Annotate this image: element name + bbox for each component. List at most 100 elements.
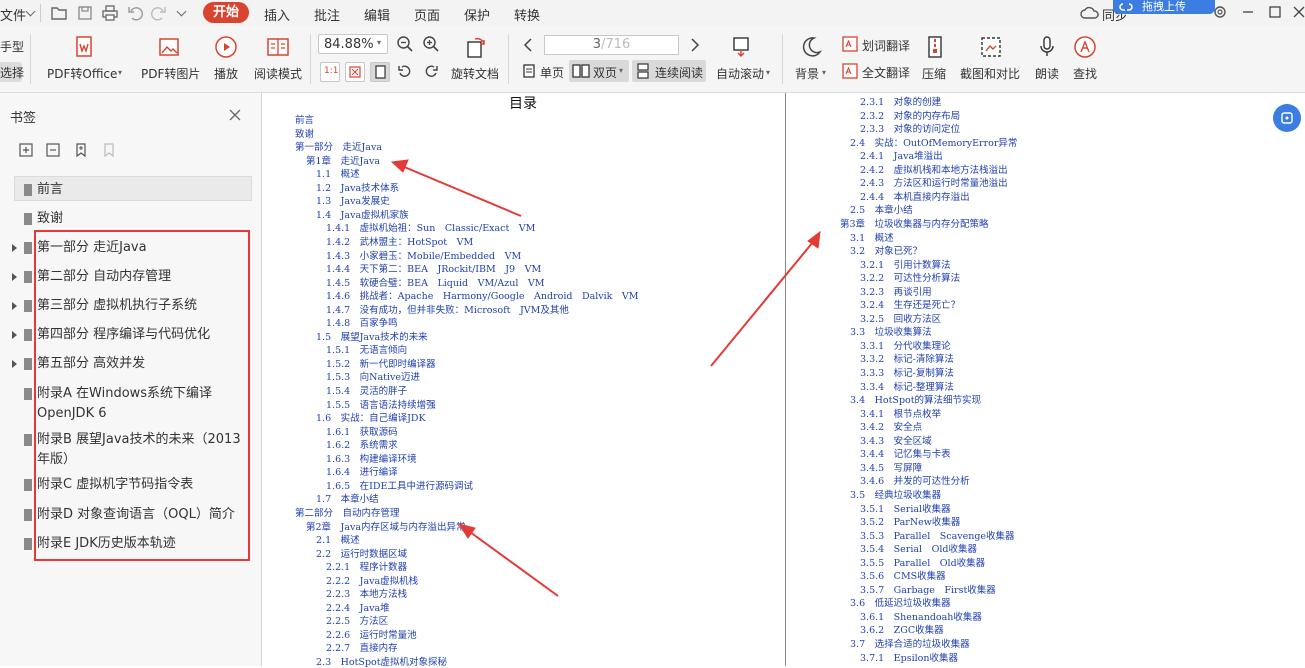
toc-entry[interactable]: 3.4.2 安全点: [860, 419, 922, 433]
toc-entry[interactable]: 1.4.5 软硬合璧：BEA Liquid VM/Azul VM: [326, 275, 545, 289]
full-translate-icon[interactable]: [842, 63, 858, 79]
toc-entry[interactable]: 1.6.1 获取源码: [326, 424, 398, 438]
minimize-icon[interactable]: [1240, 4, 1256, 20]
actual-size-button[interactable]: 1:1: [320, 62, 340, 82]
toc-entry[interactable]: 1.5 展望Java技术的未来: [316, 329, 428, 343]
hand-tool-label[interactable]: 手型: [0, 38, 24, 55]
menu-file[interactable]: 文件: [0, 5, 26, 24]
rotate-right-icon[interactable]: [422, 63, 440, 81]
expand-arrow-icon[interactable]: [12, 273, 17, 281]
dropdown-icon[interactable]: ▾: [822, 68, 826, 77]
toc-entry[interactable]: 1.1 概述: [316, 166, 360, 180]
tab-insert[interactable]: 插入: [264, 5, 290, 24]
zoom-dropdown-icon[interactable]: ▾: [377, 38, 381, 47]
next-page-icon[interactable]: [689, 37, 701, 53]
toc-entry[interactable]: 致谢: [295, 126, 314, 140]
toc-entry[interactable]: 3.5.3 Parallel Scavenge收集器: [860, 528, 1015, 542]
auto-scroll-icon[interactable]: [729, 35, 753, 59]
toc-entry[interactable]: 2.3.1 对象的创建: [860, 94, 941, 108]
toc-entry[interactable]: 1.6.3 构建编译环境: [326, 451, 417, 465]
pdf-to-office-button[interactable]: PDF转Office: [47, 65, 117, 82]
toc-entry[interactable]: 3.2 对象已死？: [850, 243, 922, 257]
tab-convert[interactable]: 转换: [514, 5, 540, 24]
search-button[interactable]: 查找: [1073, 65, 1097, 82]
zoom-out-icon[interactable]: [396, 35, 414, 53]
dropdown-icon[interactable]: ▾: [619, 66, 623, 75]
toc-entry[interactable]: 3.3.2 标记-清除算法: [860, 351, 954, 365]
toc-entry[interactable]: 1.4.3 小家碧玉：Mobile/Embedded VM: [326, 248, 521, 262]
toc-entry[interactable]: 3.2.5 回收方法区: [860, 311, 941, 325]
fit-page-button[interactable]: [345, 62, 365, 82]
gear-icon[interactable]: [1212, 4, 1228, 20]
compress-button[interactable]: 压缩: [922, 65, 946, 82]
toc-entry[interactable]: 1.5.2 新一代即时编译器: [326, 356, 436, 370]
toc-entry[interactable]: 3.2.2 可达性分析算法: [860, 270, 960, 284]
toc-entry[interactable]: 2.1 概述: [316, 532, 360, 546]
toc-entry[interactable]: 2.4 实战：OutOfMemoryError异常: [850, 135, 1017, 149]
toc-entry[interactable]: 2.4.2 虚拟机栈和本地方法栈溢出: [860, 162, 1008, 176]
tab-start[interactable]: 开始: [203, 2, 249, 23]
toc-entry[interactable]: 3.4.5 写屏障: [860, 460, 922, 474]
screenshot-compare-icon[interactable]: [979, 35, 1003, 59]
page-number-input[interactable]: 3/716: [544, 35, 679, 55]
rotate-document-icon[interactable]: [464, 35, 488, 59]
toc-entry[interactable]: 3.3.4 标记-整理算法: [860, 379, 954, 393]
toc-entry[interactable]: 3.3 垃圾收集算法: [850, 324, 932, 338]
toc-entry[interactable]: 1.4.1 虚拟机始祖：Sun Classic/Exact VM: [326, 220, 535, 234]
zoom-in-icon[interactable]: [422, 35, 440, 53]
select-tool-label[interactable]: 选择: [0, 64, 24, 81]
toc-entry[interactable]: 3.4.6 并发的可达性分析: [860, 473, 970, 487]
pdf-to-office-icon[interactable]: [72, 35, 96, 59]
dropdown-icon[interactable]: ▾: [766, 68, 770, 77]
search-icon[interactable]: [1073, 35, 1097, 59]
toc-entry[interactable]: 1.5.4 灵活的胖子: [326, 383, 407, 397]
toc-entry[interactable]: 1.6 实战：自己编译JDK: [316, 410, 426, 424]
tab-annotate[interactable]: 批注: [314, 5, 340, 24]
toc-entry[interactable]: 2.2.4 Java堆: [326, 600, 390, 614]
toc-entry[interactable]: 2.5 本章小结: [850, 202, 913, 216]
toc-entry[interactable]: 3.5 经典垃圾收集器: [850, 487, 941, 501]
read-aloud-button[interactable]: 朗读: [1035, 65, 1059, 82]
toc-entry[interactable]: 3.3.1 分代收集理论: [860, 338, 951, 352]
add-bookmark-icon[interactable]: [73, 142, 89, 158]
toc-entry[interactable]: 第1章 走近Java: [306, 153, 380, 167]
toc-entry[interactable]: 1.4.8 百家争鸣: [326, 315, 398, 329]
auto-scroll-button[interactable]: 自动滚动: [716, 65, 764, 82]
expand-arrow-icon[interactable]: [12, 331, 17, 339]
redo-icon[interactable]: [150, 4, 168, 22]
tab-page[interactable]: 页面: [414, 5, 440, 24]
toc-entry[interactable]: 第3章 垃圾收集器与内存分配策略: [840, 216, 989, 230]
toc-entry[interactable]: 1.6.2 系统需求: [326, 437, 398, 451]
read-mode-icon[interactable]: [266, 35, 290, 59]
toc-entry[interactable]: 3.6.1 Shenandoah收集器: [860, 609, 982, 623]
single-page-button[interactable]: 单页: [540, 64, 564, 81]
toc-entry[interactable]: 3.6 低延迟垃圾收集器: [850, 595, 951, 609]
toc-entry[interactable]: 1.4.6 挑战者：Apache Harmony/Google Android …: [326, 288, 639, 302]
toc-entry[interactable]: 3.2.1 引用计数算法: [860, 257, 951, 271]
toc-entry[interactable]: 2.2.2 Java虚拟机栈: [326, 573, 418, 587]
toc-entry[interactable]: 1.5.1 无语言倾向: [326, 342, 407, 356]
toc-entry[interactable]: 2.3.2 对象的内存布局: [860, 108, 960, 122]
play-button[interactable]: 播放: [214, 65, 238, 82]
toc-entry[interactable]: 3.1 概述: [850, 230, 894, 244]
expand-arrow-icon[interactable]: [12, 360, 17, 368]
expand-arrow-icon[interactable]: [12, 244, 17, 252]
toc-entry[interactable]: 1.7 本章小结: [316, 491, 379, 505]
collapse-all-icon[interactable]: [45, 142, 61, 158]
toc-entry[interactable]: 3.4 HotSpot的算法细节实现: [850, 392, 981, 406]
toc-entry[interactable]: 1.4.7 没有成功，但并非失败：Microsoft JVM及其他: [326, 302, 569, 316]
toc-entry[interactable]: 1.5.5 语言语法持续增强: [326, 397, 436, 411]
dropdown-icon[interactable]: ▾: [118, 68, 122, 77]
toc-entry[interactable]: 1.2 Java技术体系: [316, 180, 399, 194]
toc-entry[interactable]: 2.2.3 本地方法栈: [326, 586, 407, 600]
toc-entry[interactable]: 3.2.4 生存还是死亡？: [860, 297, 960, 311]
tab-protect[interactable]: 保护: [464, 5, 490, 24]
toc-entry[interactable]: 前言: [295, 112, 314, 126]
toc-entry[interactable]: 3.4.3 安全区域: [860, 433, 932, 447]
toc-entry[interactable]: 第2章 Java内存区域与内存溢出异常: [306, 519, 466, 533]
bookmark-item[interactable]: 前言: [0, 180, 255, 206]
toc-entry[interactable]: 2.2.1 程序计数器: [326, 559, 407, 573]
toc-entry[interactable]: 3.5.2 ParNew收集器: [860, 514, 960, 528]
toc-entry[interactable]: 2.4.1 Java堆溢出: [860, 148, 943, 162]
toc-entry[interactable]: 3.3.3 标记-复制算法: [860, 365, 954, 379]
